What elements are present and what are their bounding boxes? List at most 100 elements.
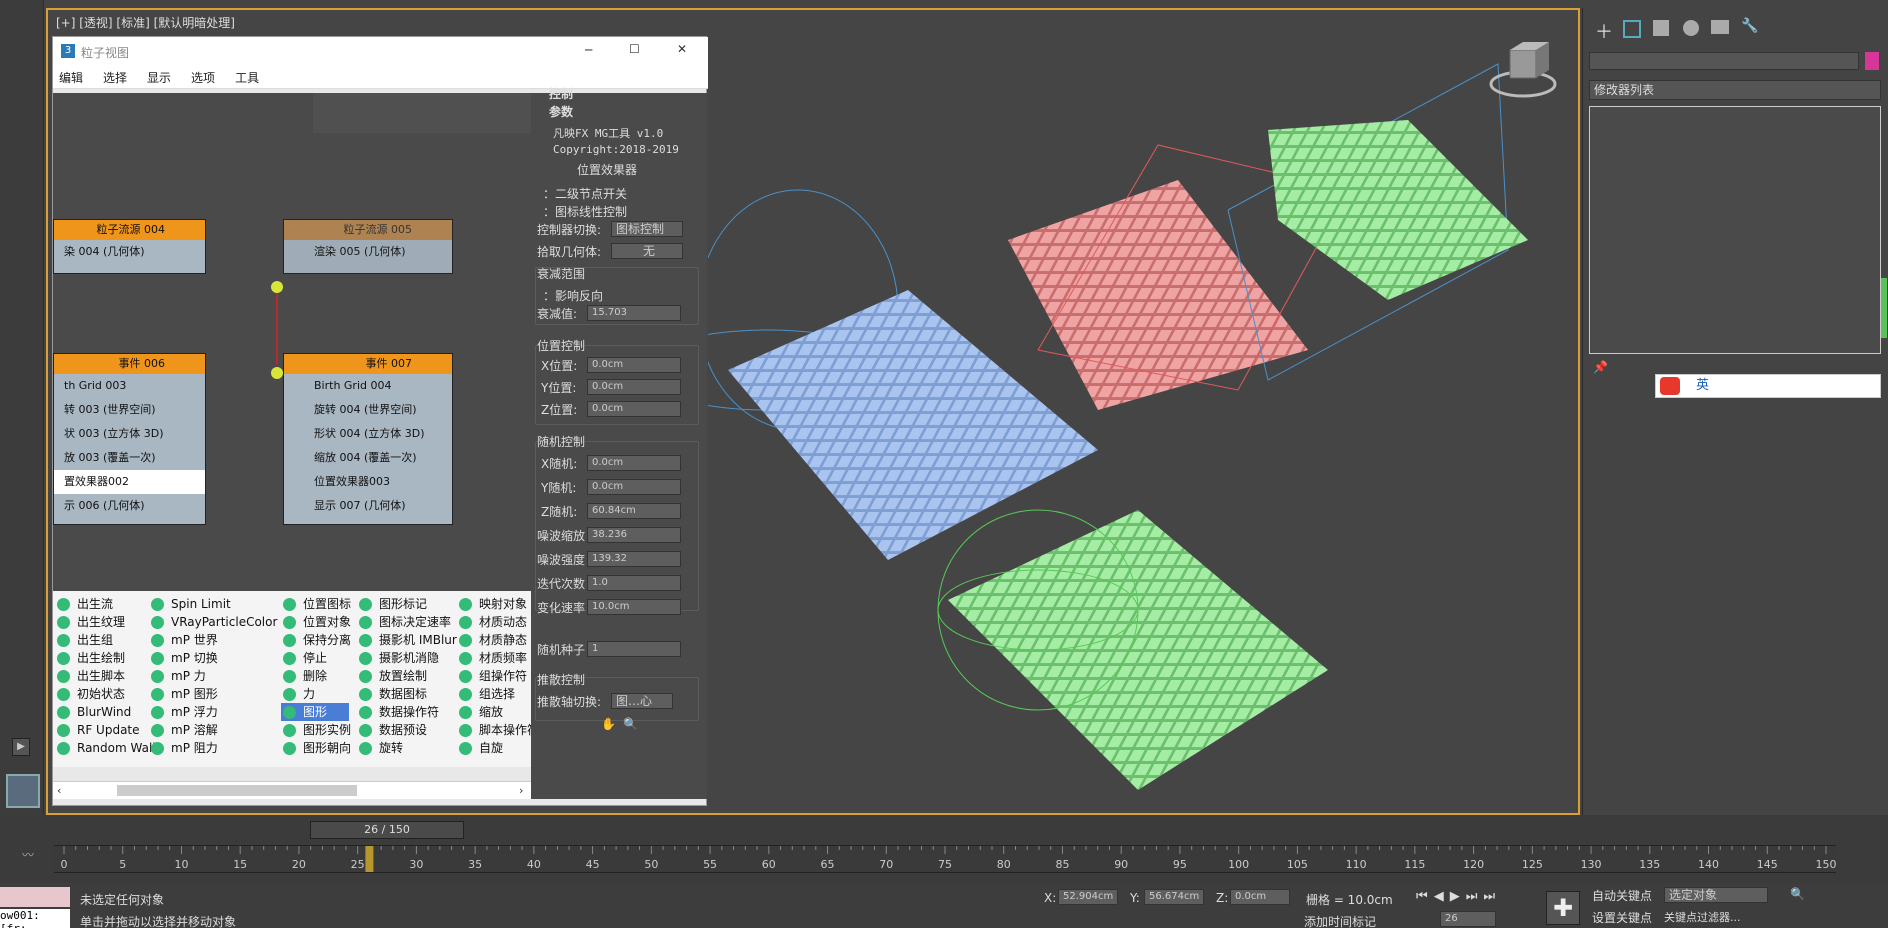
z-pos-spinner[interactable]: 0.0cm [587, 401, 681, 417]
scroll-left-icon[interactable]: ‹ [57, 784, 61, 797]
noise-strength-spinner[interactable]: 139.32 [587, 551, 681, 567]
utilities-tab-icon[interactable]: 🔧 [1741, 18, 1758, 34]
display-tab-icon[interactable] [1711, 20, 1729, 34]
falloff-spinner[interactable]: 15.703 [587, 305, 681, 321]
palette-item[interactable]: 删除 [281, 667, 351, 685]
palette-item[interactable]: 材质静态 [457, 631, 531, 649]
scroll-indicator[interactable] [1881, 278, 1887, 338]
palette-item[interactable]: 图形 [281, 703, 349, 721]
palette-item[interactable]: 图形标记 [357, 595, 457, 613]
script-input[interactable]: ow001: [fr: [0, 909, 70, 928]
y-coord-field[interactable]: 56.674cm [1144, 889, 1204, 905]
palette-item[interactable]: mP 图形 [149, 685, 277, 703]
minimize-button[interactable]: ─ [585, 43, 592, 57]
palette-item[interactable]: 出生流 [55, 595, 159, 613]
z-rand-spinner[interactable]: 60.84cm [587, 503, 681, 519]
palette-item[interactable]: mP 世界 [149, 631, 277, 649]
palette-item[interactable]: 自旋 [457, 739, 531, 757]
noise-scale-spinner[interactable]: 38.236 [587, 527, 681, 543]
palette-item[interactable]: 保持分离 [281, 631, 351, 649]
expand-button[interactable]: ▶ [12, 738, 30, 756]
modify-tab-icon[interactable] [1623, 20, 1641, 38]
palette-item[interactable]: 位置图标 [281, 595, 351, 613]
script-listener[interactable] [0, 887, 70, 907]
menu-options[interactable]: 选项 [191, 69, 215, 86]
name-field[interactable] [1589, 52, 1859, 70]
palette-item[interactable]: 数据操作符 [357, 703, 457, 721]
palette-item[interactable]: 图标决定速率 [357, 613, 457, 631]
palette-item[interactable]: 组选择 [457, 685, 531, 703]
pan-icon[interactable]: ✋ [601, 717, 616, 731]
modifier-list-dropdown[interactable]: 修改器列表 [1589, 80, 1881, 100]
node-canvas[interactable]: 粒子流源 004 染 004 (几何体) 粒子流源 005 渲染 005 (几何… [53, 93, 531, 597]
y-rand-spinner[interactable]: 0.0cm [587, 479, 681, 495]
palette-item[interactable]: 组操作符 [457, 667, 531, 685]
palette-item[interactable]: 脚本操作符 [457, 721, 531, 739]
palette-item[interactable]: BlurWind [55, 703, 159, 721]
palette-item[interactable]: RF Update [55, 721, 159, 739]
viewcube[interactable] [1488, 40, 1558, 100]
viewport-layout-button[interactable] [6, 774, 40, 808]
invert-toggle[interactable]: ：影响反向 [543, 287, 603, 304]
z-coord-field[interactable]: 0.0cm [1230, 889, 1290, 905]
palette-item[interactable]: 材质动态 [457, 613, 531, 631]
playback-controls[interactable]: ⏮◀▶⏭⏭ [1416, 889, 1501, 904]
rollout-header[interactable]: 参数 [549, 103, 573, 120]
key-mode-button[interactable]: ✚ [1546, 891, 1580, 925]
palette-item[interactable]: 停止 [281, 649, 351, 667]
palette-item[interactable]: mP 力 [149, 667, 277, 685]
palette-item[interactable]: 出生绘制 [55, 649, 159, 667]
menu-select[interactable]: 选择 [103, 69, 127, 86]
viewport-label[interactable]: [+] [透视] [标准] [默认明暗处理] [56, 14, 235, 31]
push-axis-dropdown[interactable]: 图…心 [611, 693, 673, 709]
scroll-thumb[interactable] [117, 785, 357, 796]
pick-geo-button[interactable]: 无 [611, 243, 683, 259]
hierarchy-tab-icon[interactable] [1653, 20, 1669, 36]
create-tab-icon[interactable]: ＋ [1595, 18, 1613, 44]
y-pos-spinner[interactable]: 0.0cm [587, 379, 681, 395]
auto-key-button[interactable]: 自动关键点 [1592, 887, 1652, 904]
palette-item[interactable]: 位置对象 [281, 613, 351, 631]
maximize-button[interactable]: ☐ [629, 42, 640, 56]
menu-tools[interactable]: 工具 [235, 69, 259, 86]
palette-item[interactable]: mP 浮力 [149, 703, 277, 721]
ctrl-switch-dropdown[interactable]: 图标控制 [611, 221, 683, 237]
time-ruler[interactable]: 0 5 10 15 20 25 30 35 40 45 50 55 60 65 70 75 80 85 90 95 10… [54, 845, 1837, 873]
palette-item[interactable]: mP 切换 [149, 649, 277, 667]
palette-item[interactable]: 初始状态 [55, 685, 159, 703]
palette-item[interactable]: 放置绘制 [357, 667, 457, 685]
color-swatch[interactable] [1865, 52, 1879, 70]
node-event-007[interactable]: 事件 007 Birth Grid 004 旋转 004 (世界空间) 形状 0… [283, 353, 453, 525]
current-frame-marker[interactable] [365, 846, 374, 872]
close-button[interactable]: ✕ [677, 42, 687, 56]
motion-tab-icon[interactable] [1683, 20, 1699, 36]
set-key-button[interactable]: 设置关键点 [1592, 909, 1652, 926]
menu-display[interactable]: 显示 [147, 69, 171, 86]
palette-item[interactable]: 图形实例 [281, 721, 351, 739]
icon-linear-toggle[interactable]: ：图标线性控制 [543, 203, 627, 220]
palette-item[interactable]: 图形朝向 [281, 739, 351, 757]
seed-spinner[interactable]: 1 [587, 641, 681, 657]
palette-item[interactable]: mP 溶解 [149, 721, 277, 739]
scroll-right-icon[interactable]: › [519, 784, 523, 797]
current-frame-field[interactable]: 26 [1440, 911, 1496, 927]
palette-item[interactable]: 映射对象 [457, 595, 531, 613]
palette-item[interactable]: mP 阻力 [149, 739, 277, 757]
x-pos-spinner[interactable]: 0.0cm [587, 357, 681, 373]
palette-item[interactable]: 出生脚本 [55, 667, 159, 685]
palette-item[interactable]: 数据图标 [357, 685, 457, 703]
palette-item[interactable]: 数据预设 [357, 721, 457, 739]
palette-item[interactable]: VRayParticleColor [149, 613, 277, 631]
palette-item[interactable]: 缩放 [457, 703, 531, 721]
time-slider[interactable]: 26 / 150 [310, 821, 464, 839]
modifier-stack[interactable] [1589, 106, 1881, 354]
palette-item[interactable]: Spin Limit [149, 595, 277, 613]
palette-item[interactable]: 出生组 [55, 631, 159, 649]
key-filters-button[interactable]: 关键点过滤器... [1664, 909, 1741, 925]
iterations-spinner[interactable]: 1.0 [587, 575, 681, 591]
curve-editor-icon[interactable]: 〰 [22, 846, 34, 863]
node-event-006[interactable]: 事件 006 th Grid 003 转 003 (世界空间) 状 003 (立… [53, 353, 206, 525]
x-rand-spinner[interactable]: 0.0cm [587, 455, 681, 471]
selected-object-dropdown[interactable]: 选定对象 [1664, 887, 1768, 903]
zoom-icon[interactable]: 🔍 [1790, 887, 1805, 901]
